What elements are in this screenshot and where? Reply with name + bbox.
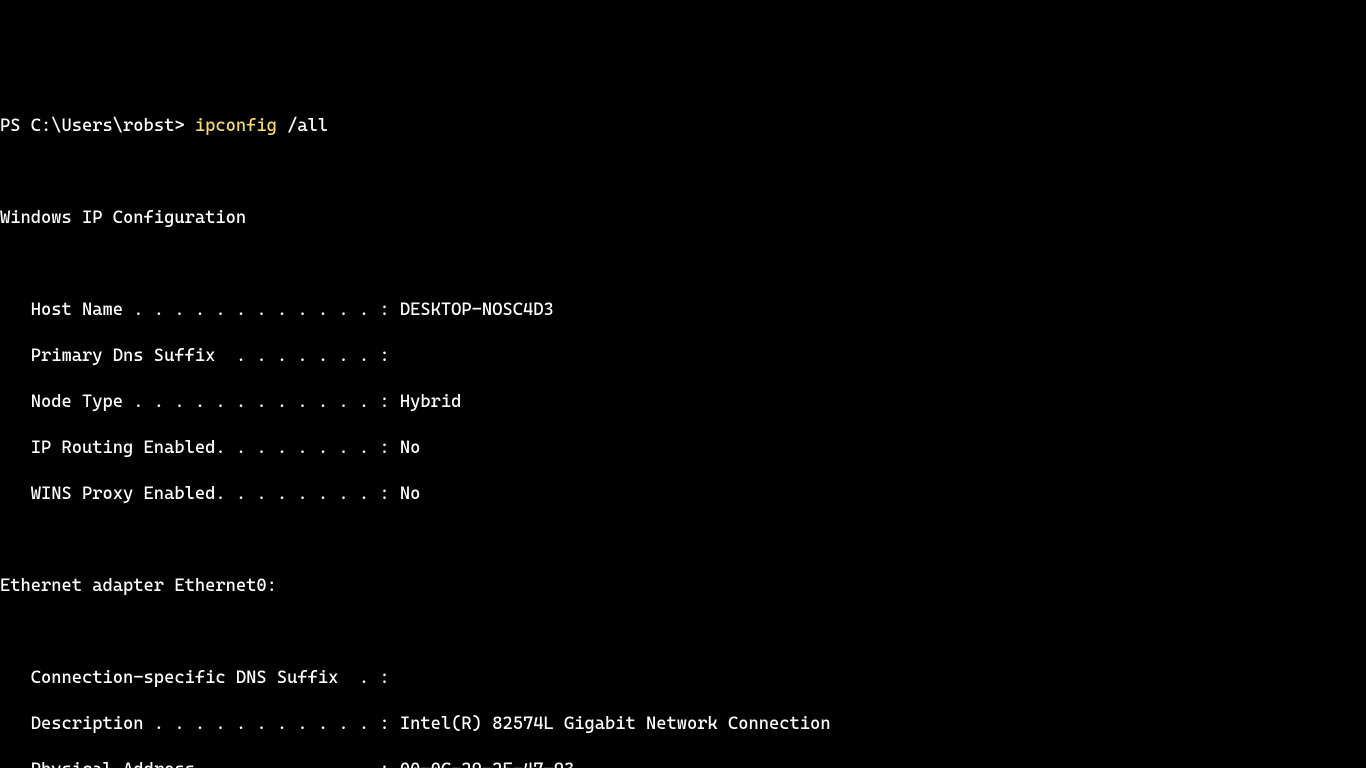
- host-name-line: Host Name . . . . . . . . . . . . : DESK…: [0, 299, 1366, 322]
- node-type-line: Node Type . . . . . . . . . . . . : Hybr…: [0, 391, 1366, 414]
- conn-specific-dns-line: Connection-specific DNS Suffix . :: [0, 667, 1366, 690]
- ipconfig-header: Windows IP Configuration: [0, 207, 1366, 230]
- primary-dns-suffix-line: Primary Dns Suffix . . . . . . . :: [0, 345, 1366, 368]
- blank-line: [0, 529, 1366, 552]
- wins-proxy-line: WINS Proxy Enabled. . . . . . . . : No: [0, 483, 1366, 506]
- command-line: PS C:\Users\robst> ipconfig /all: [0, 115, 1366, 138]
- blank-line: [0, 253, 1366, 276]
- command-exe: ipconfig: [195, 116, 277, 136]
- ip-routing-line: IP Routing Enabled. . . . . . . . : No: [0, 437, 1366, 460]
- powershell-terminal[interactable]: PS C:\Users\robst> ipconfig /all Windows…: [0, 92, 1366, 768]
- description-line: Description . . . . . . . . . . . : Inte…: [0, 713, 1366, 736]
- blank-line: [0, 161, 1366, 184]
- prompt-ps: PS: [0, 116, 31, 136]
- command-arg: /all: [277, 116, 328, 136]
- blank-line: [0, 621, 1366, 644]
- adapter-header: Ethernet adapter Ethernet0:: [0, 575, 1366, 598]
- prompt-gt: >: [174, 116, 195, 136]
- prompt-path: C:\Users\robst: [31, 116, 175, 136]
- physical-address-line: Physical Address. . . . . . . . . : 00-0…: [0, 759, 1366, 768]
